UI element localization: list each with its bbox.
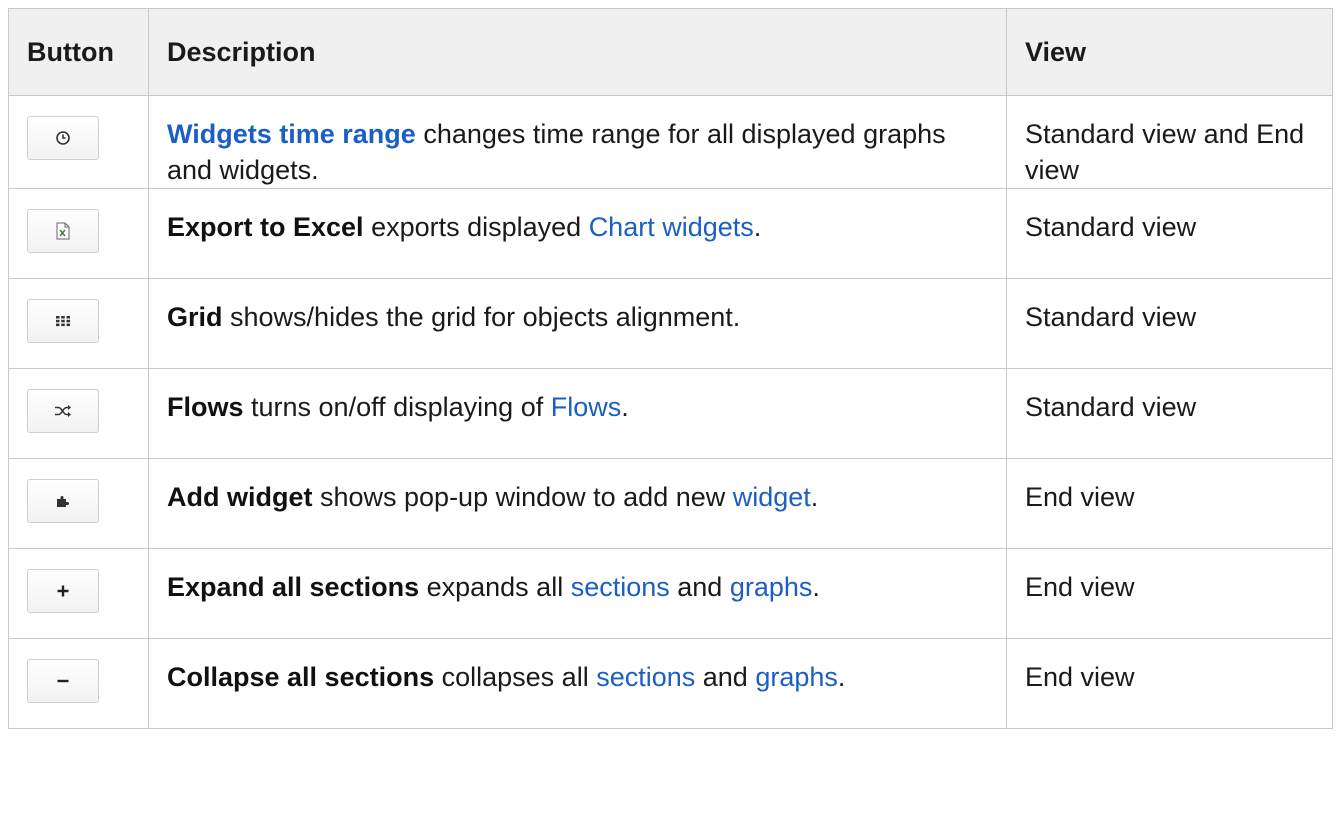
button-cell	[8, 548, 149, 639]
description-text: expands all	[419, 572, 571, 602]
description-text: exports displayed	[363, 212, 589, 242]
view-cell: Standard view	[1006, 368, 1333, 459]
term-expand-all-sections: Expand all sections	[167, 572, 420, 602]
header-row: Button Description View	[8, 8, 1333, 96]
header-view: View	[1006, 8, 1333, 96]
minus-icon	[57, 679, 69, 683]
description-cell: Add widget shows pop-up window to add ne…	[148, 458, 1007, 549]
export-to-excel-button[interactable]	[27, 209, 99, 253]
button-cell	[8, 638, 149, 729]
button-cell	[8, 188, 149, 279]
collapse-all-sections-button[interactable]	[27, 659, 99, 703]
term-grid: Grid	[167, 302, 223, 332]
button-cell	[8, 368, 149, 459]
view-cell: End view	[1006, 458, 1333, 549]
puzzle-icon	[57, 496, 69, 507]
shuffle-icon	[55, 405, 71, 417]
table-row: Add widget shows pop-up window to add ne…	[8, 458, 1333, 549]
button-cell	[8, 278, 149, 369]
table-row: Collapse all sections collapses all sect…	[8, 638, 1333, 729]
flows-link[interactable]: Flows	[551, 392, 622, 422]
term-add-widget: Add widget	[167, 482, 313, 512]
description-tail: .	[810, 482, 819, 512]
table-row: Export to Excel exports displayed Chart …	[8, 188, 1333, 279]
expand-all-sections-button[interactable]	[27, 569, 99, 613]
description-cell: Grid shows/hides the grid for objects al…	[148, 278, 1007, 369]
add-widget-button[interactable]	[27, 479, 99, 523]
sections-link[interactable]: sections	[571, 572, 670, 602]
view-cell: Standard view and End view	[1006, 95, 1333, 189]
sections-link[interactable]: sections	[596, 662, 695, 692]
description-cell: Flows turns on/off displaying of Flows.	[148, 368, 1007, 459]
table-row: Grid shows/hides the grid for objects al…	[8, 278, 1333, 369]
grid-button[interactable]	[27, 299, 99, 343]
description-cell: Export to Excel exports displayed Chart …	[148, 188, 1007, 279]
term-export-to-excel: Export to Excel	[167, 212, 364, 242]
table-row: Flows turns on/off displaying of Flows. …	[8, 368, 1333, 459]
flows-button[interactable]	[27, 389, 99, 433]
description-mid: and	[695, 662, 756, 692]
view-cell: Standard view	[1006, 188, 1333, 279]
term-flows: Flows	[167, 392, 244, 422]
widgets-time-range-link[interactable]: Widgets time range	[167, 119, 416, 149]
description-tail: .	[837, 662, 846, 692]
graphs-link[interactable]: graphs	[755, 662, 838, 692]
button-cell	[8, 458, 149, 549]
view-cell: Standard view	[1006, 278, 1333, 369]
header-button: Button	[8, 8, 149, 96]
description-text: turns on/off displaying of	[243, 392, 551, 422]
description-tail: .	[812, 572, 820, 602]
clock-icon	[56, 131, 70, 145]
description-text: shows/hides the grid for objects alignme…	[222, 302, 741, 332]
description-tail: .	[753, 212, 762, 242]
chart-widgets-link[interactable]: Chart widgets	[589, 212, 754, 242]
description-text: collapses all	[434, 662, 597, 692]
grid-icon	[56, 316, 70, 327]
excel-icon	[56, 222, 70, 240]
buttons-table: Button Description View Widgets time ran…	[8, 8, 1333, 729]
table-row: Widgets time range changes time range fo…	[8, 95, 1333, 189]
view-cell: End view	[1006, 548, 1333, 639]
description-cell: Widgets time range changes time range fo…	[148, 95, 1007, 189]
header-description: Description	[148, 8, 1007, 96]
view-cell: End view	[1006, 638, 1333, 729]
widgets-time-range-button[interactable]	[27, 116, 99, 160]
widget-link[interactable]: widget	[733, 482, 811, 512]
plus-icon	[57, 585, 69, 597]
description-cell: Collapse all sections collapses all sect…	[148, 638, 1007, 729]
button-cell	[8, 95, 149, 189]
description-mid: and	[669, 572, 730, 602]
table-row: Expand all sections expands all sections…	[8, 548, 1333, 639]
description-cell: Expand all sections expands all sections…	[148, 548, 1007, 639]
graphs-link[interactable]: graphs	[730, 572, 813, 602]
description-tail: .	[621, 392, 629, 422]
term-collapse-all-sections: Collapse all sections	[167, 662, 435, 692]
description-text: shows pop-up window to add new	[312, 482, 733, 512]
